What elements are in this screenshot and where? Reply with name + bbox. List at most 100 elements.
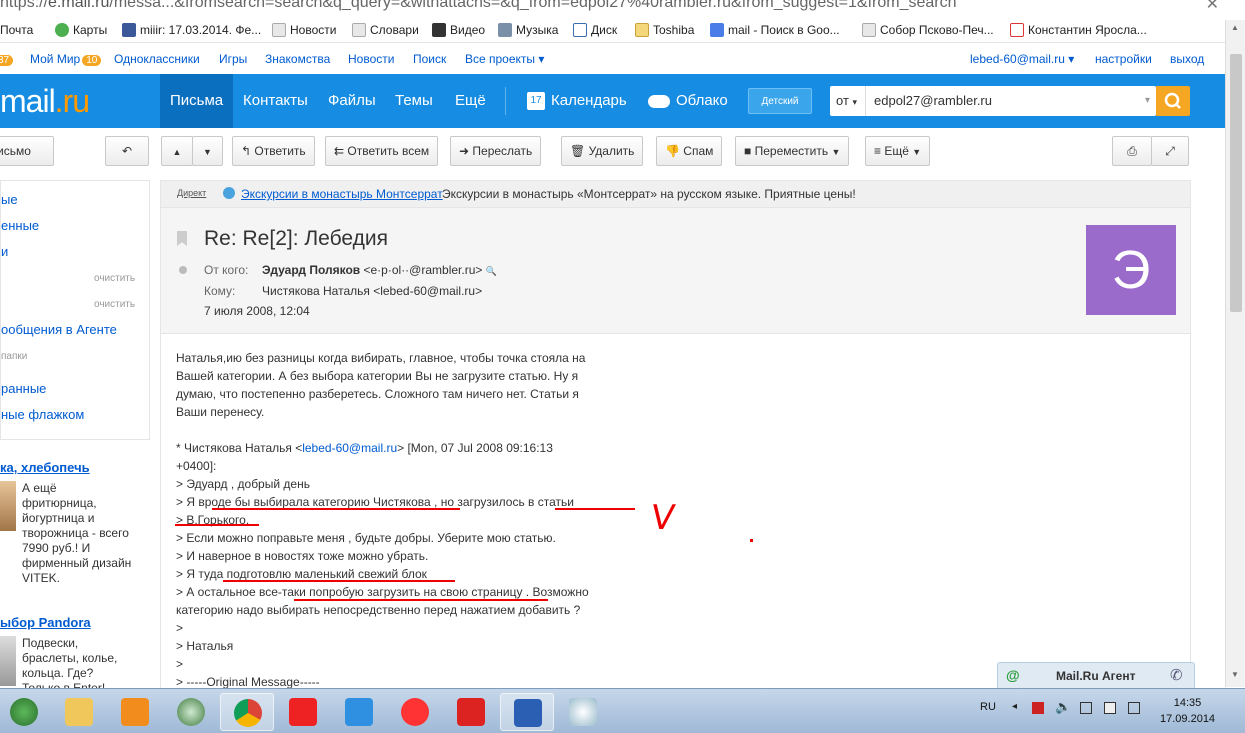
mailru-logo[interactable]: mail.ru [0, 83, 90, 120]
ad-image[interactable] [0, 636, 16, 686]
mail-search-field[interactable]: от ▾ edpol27@rambler.ru ▾ [830, 86, 1156, 116]
page-scrollbar[interactable]: ▲ ▼ [1225, 20, 1245, 687]
battery-icon[interactable] [1128, 702, 1140, 714]
folder-agent-messages[interactable]: ообщения в Агенте [1, 322, 117, 337]
tab-faily[interactable]: Файлы [328, 74, 376, 128]
filter-unread[interactable]: ранные [1, 381, 46, 396]
taskbar-media-player[interactable] [108, 693, 162, 731]
link-all-projects[interactable]: Все проекты ▾ [465, 52, 544, 66]
folders-settings-link[interactable]: папки [1, 351, 27, 362]
message-header: Re: Re[2]: Лебедия От кого: Эдуард Поляк… [160, 208, 1191, 334]
start-button[interactable] [0, 693, 50, 731]
clear-url-icon[interactable]: ✕ [1206, 0, 1219, 13]
chevron-down-icon[interactable]: ▾ [1145, 86, 1150, 116]
to-recipient[interactable]: Чистякова Наталья <lebed-60@mail.ru> [262, 284, 482, 298]
link-znakomstva[interactable]: Знакомства [265, 52, 330, 66]
flag-tray-icon[interactable] [1080, 702, 1092, 714]
tab-kontakty[interactable]: Контакты [243, 74, 308, 128]
taskbar-kaspersky[interactable] [444, 693, 498, 731]
bookmark-karty[interactable]: Карты [55, 23, 107, 37]
taskbar-word[interactable] [500, 693, 554, 731]
bookmark-muzyka[interactable]: Музыка [498, 23, 558, 37]
bookmark-konstantin[interactable]: Константин Яросла... [1010, 23, 1147, 37]
flag-icon[interactable] [177, 231, 187, 246]
forward-button[interactable]: ➜ Переслать [450, 136, 542, 166]
read-status-icon[interactable] [179, 266, 187, 274]
search-button[interactable] [1156, 86, 1190, 116]
cloud-link[interactable]: Облако [648, 74, 728, 128]
move-button[interactable]: ■ Переместить ▼ [735, 136, 850, 166]
reply-all-button[interactable]: ⇇ Ответить всем [325, 136, 439, 166]
detsky-button[interactable]: Детский [748, 88, 812, 114]
bookmark-miiir[interactable]: miiir: 17.03.2014. Фе... [122, 23, 261, 37]
bookmark-slovari[interactable]: Словари [352, 23, 419, 37]
bookmark-disk[interactable]: Диск [573, 23, 617, 37]
bookmark-google-mail[interactable]: mail - Поиск в Goo... [710, 23, 840, 37]
phone-icon[interactable]: ✆ [1170, 666, 1183, 684]
calendar-link[interactable]: 17 Календарь [527, 74, 627, 128]
link-poisk[interactable]: Поиск [413, 52, 446, 66]
tab-pisma[interactable]: Письма [160, 74, 234, 128]
link-igry[interactable]: Игры [219, 52, 247, 66]
tray-antivirus-icon[interactable] [1032, 702, 1044, 714]
search-input[interactable]: edpol27@rambler.ru [874, 86, 992, 116]
ad-title[interactable]: ка, хлебопечь [0, 460, 90, 475]
taskbar-mail-agent[interactable] [332, 693, 386, 731]
filter-flagged[interactable]: ные флажком [1, 407, 84, 422]
mailru-agent-panel[interactable]: @ Mail.Ru Агент ✆ [997, 662, 1195, 689]
tab-eshche[interactable]: Ещё [455, 74, 486, 128]
prev-message-button[interactable]: ▲ [161, 136, 193, 166]
bookmark-pochta[interactable]: Почта [0, 23, 33, 37]
print-button[interactable]: ⎙ [1112, 136, 1152, 166]
scroll-thumb[interactable] [1230, 54, 1242, 312]
bookmark-toshiba[interactable]: Toshiba [635, 23, 694, 37]
taskbar-paint[interactable] [556, 693, 610, 731]
delete-button[interactable]: 🗑 Удалить [561, 136, 644, 166]
browser-url-bar[interactable]: https://e.mail.ru/messa...&fromsearch=se… [0, 0, 1245, 13]
tray-expand-icon[interactable]: ◂ [1012, 701, 1017, 712]
folder-inbox[interactable]: ые [1, 192, 18, 207]
bookmark-sobor[interactable]: Собор Псково-Печ... [862, 23, 994, 37]
tab-temy[interactable]: Темы [395, 74, 433, 128]
quoted-email-link[interactable]: lebed-60@mail.ru [302, 441, 397, 455]
spam-button[interactable]: 👎 Спам [656, 136, 723, 166]
link-exit[interactable]: выход [1170, 52, 1204, 66]
link-odnoklassniki[interactable]: Одноклассники [114, 52, 200, 66]
clear-spam-link[interactable]: очистить [94, 273, 135, 284]
more-button[interactable]: ≡ Ещё ▼ [865, 136, 931, 166]
next-message-button[interactable]: ▼ [192, 136, 223, 166]
folder-drafts[interactable]: и [1, 244, 8, 259]
search-filter-select[interactable]: от ▾ [830, 86, 866, 116]
clear-trash-link[interactable]: очистить [94, 299, 135, 310]
taskbar-yandex-browser[interactable] [388, 693, 442, 731]
from-sender[interactable]: Эдуард Поляков <e·p·ol··@rambler.ru> 🔍 [262, 263, 497, 277]
network-icon[interactable] [1104, 702, 1116, 714]
write-letter-button[interactable]: исьмо [0, 136, 54, 166]
reply-button[interactable]: ↰ Ответить [232, 136, 315, 166]
link-novosti[interactable]: Новости [348, 52, 394, 66]
bookmark-novosti[interactable]: Новости [272, 23, 336, 37]
taskbar-yandex[interactable] [276, 693, 330, 731]
folder-sent[interactable]: енные [1, 218, 39, 233]
back-button[interactable]: ↶ [105, 136, 149, 166]
volume-icon[interactable]: 🔈 [1055, 699, 1071, 715]
taskbar-clock[interactable]: 14:35 17.09.2014 [1160, 695, 1215, 727]
scroll-down-icon[interactable]: ▼ [1231, 670, 1239, 679]
shield-icon [177, 698, 205, 726]
search-icon[interactable]: 🔍 [486, 266, 497, 276]
scroll-up-icon[interactable]: ▲ [1231, 23, 1239, 32]
fullscreen-button[interactable]: ⤢ [1151, 136, 1189, 166]
taskbar-chrome[interactable] [220, 693, 274, 731]
direct-ad-link[interactable]: Экскурсии в монастырь Монтсеррат [241, 187, 443, 201]
ad-title[interactable]: ыбор Pandora [0, 615, 91, 630]
taskbar-app-green[interactable] [164, 693, 218, 731]
bookmark-video[interactable]: Видео [432, 23, 485, 37]
direct-label[interactable]: Директ [177, 188, 206, 198]
user-menu[interactable]: lebed-60@mail.ru ▾ [970, 52, 1074, 66]
language-indicator[interactable]: RU [980, 701, 996, 713]
link-settings[interactable]: настройки [1095, 52, 1152, 66]
ad-image[interactable] [0, 481, 16, 531]
link-moi-mir[interactable]: Мой Мир 10 [30, 52, 102, 66]
taskbar-explorer[interactable] [52, 693, 106, 731]
notifications-badge[interactable]: 37 [0, 52, 14, 66]
